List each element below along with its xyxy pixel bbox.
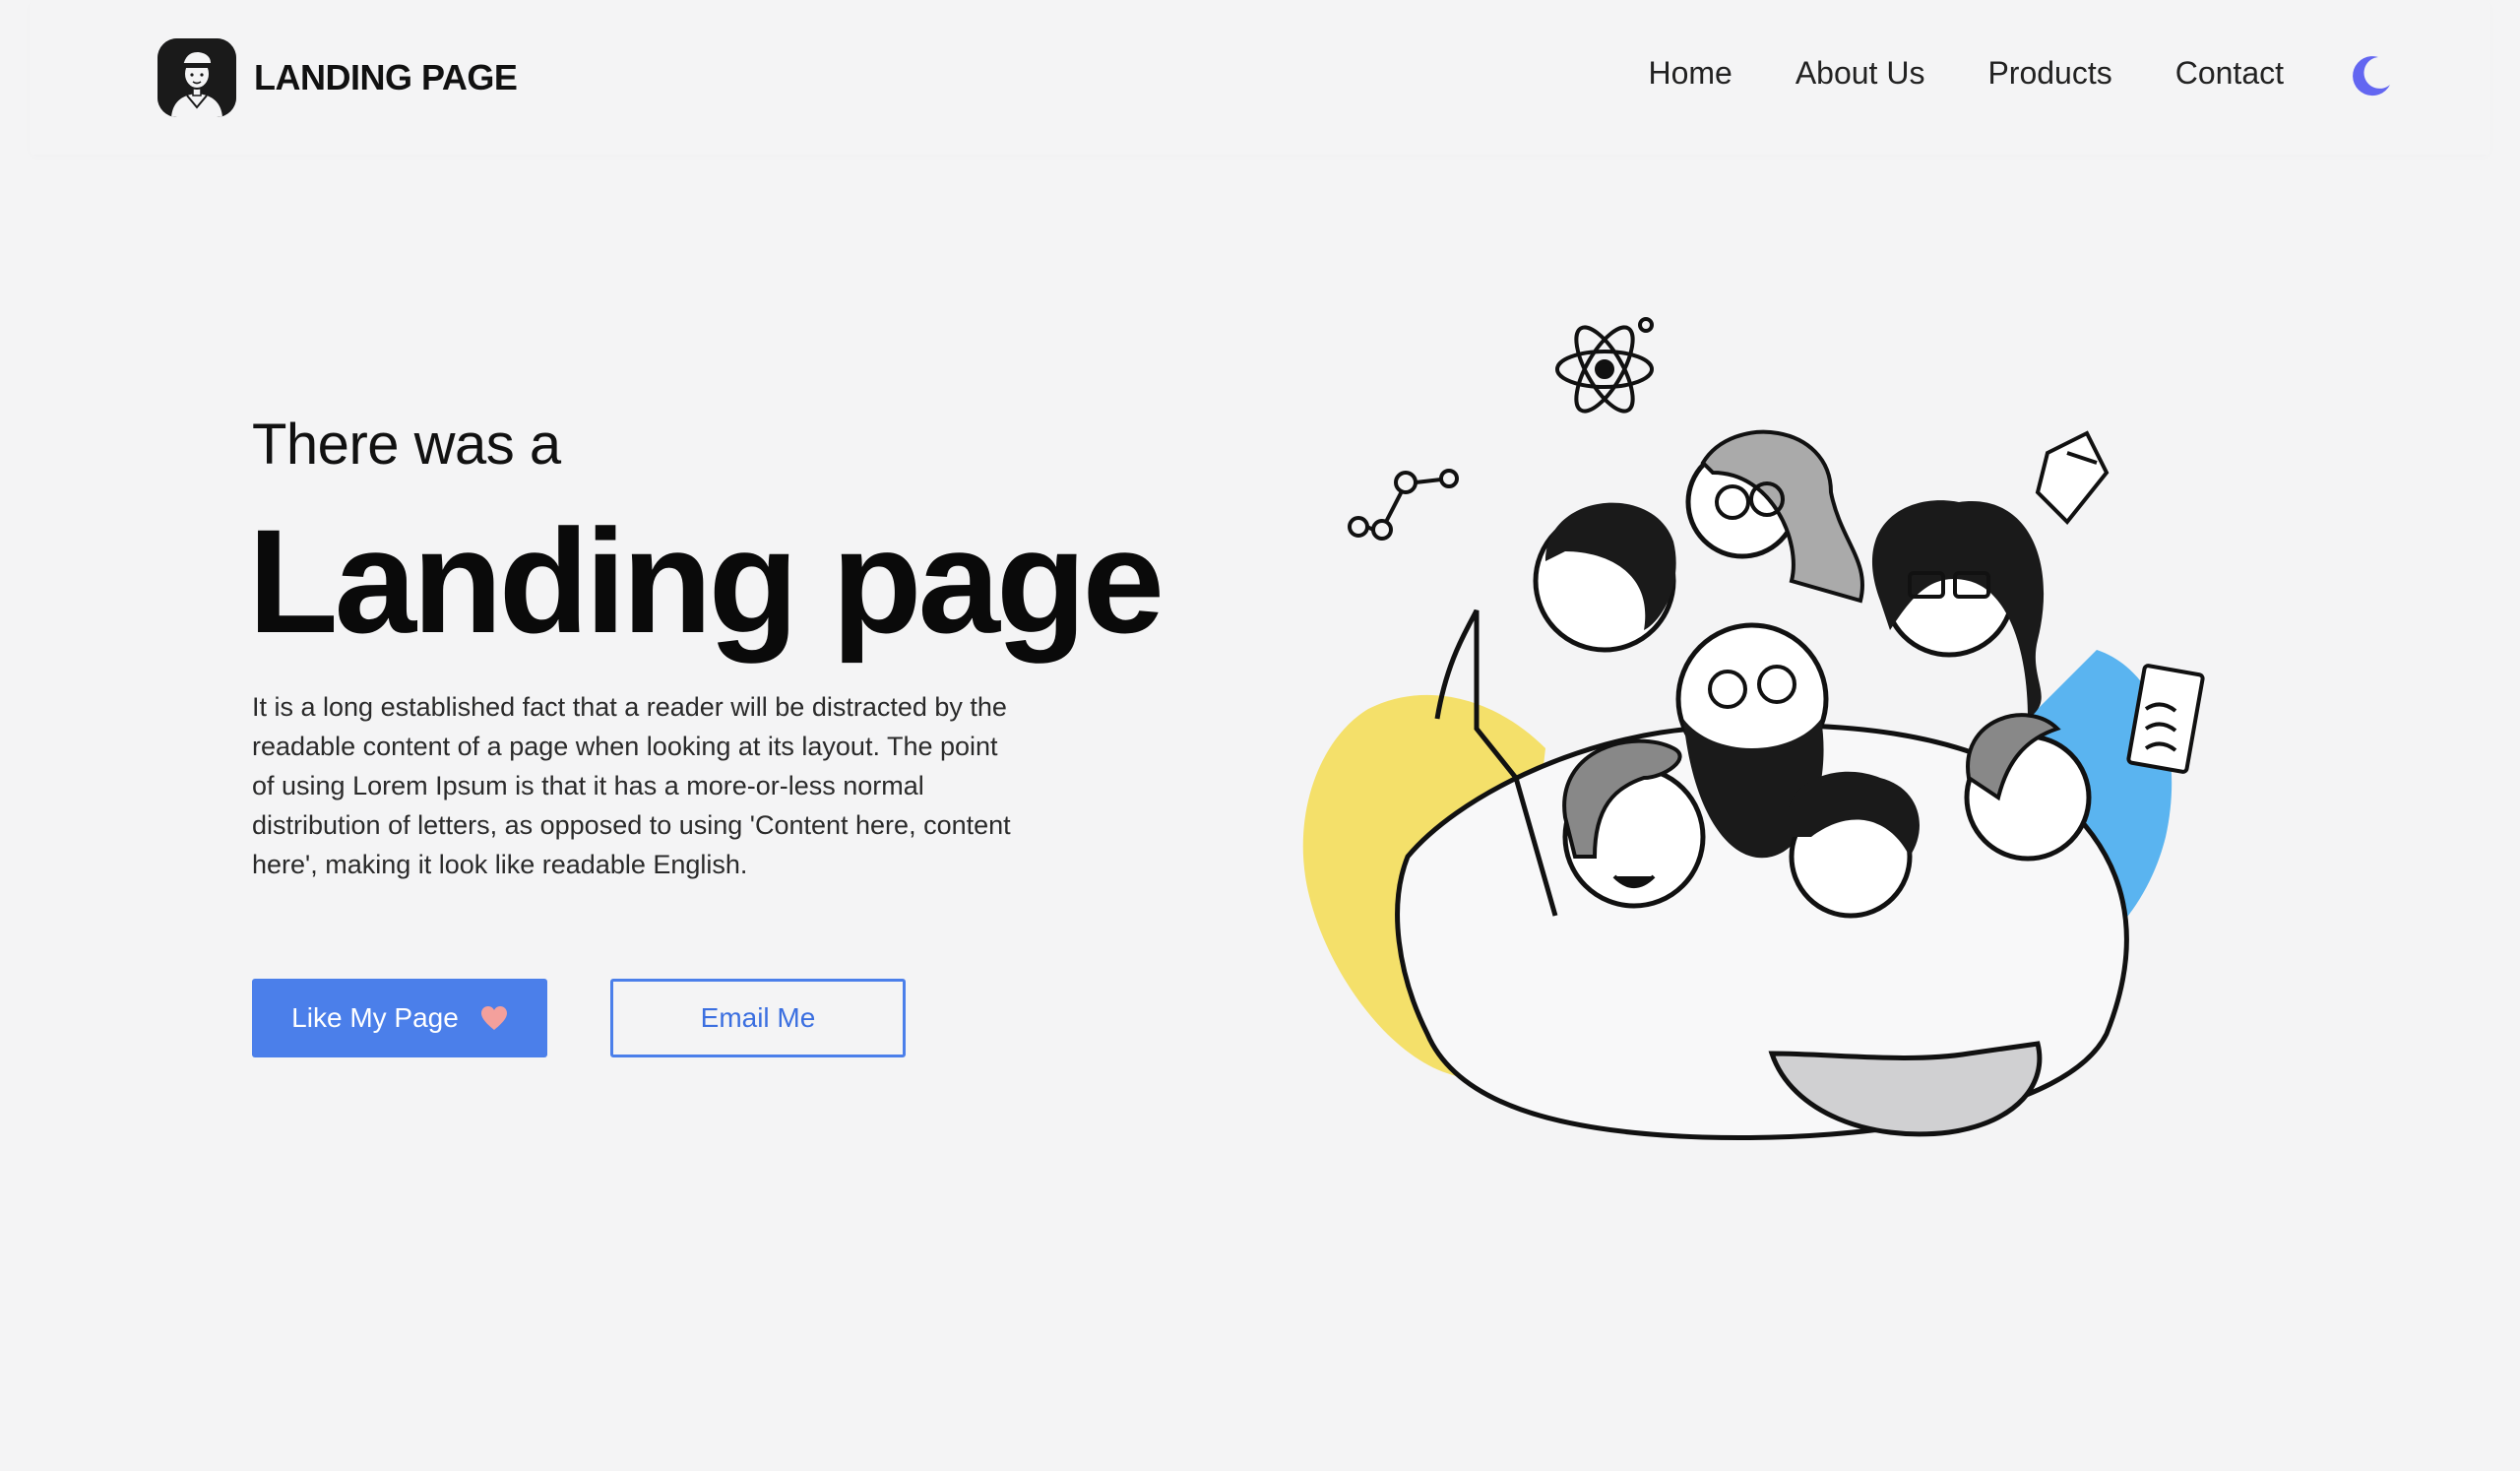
heart-icon	[480, 1006, 507, 1030]
hero-title: Landing page	[248, 498, 1165, 664]
nav-link-home[interactable]: Home	[1648, 55, 1732, 92]
atom-icon	[1555, 317, 1654, 414]
nav-link-contact[interactable]: Contact	[2175, 55, 2284, 92]
like-my-page-button[interactable]: Like My Page	[252, 979, 547, 1057]
group-of-people-illustration	[1280, 305, 2225, 1162]
brand[interactable]: LANDING PAGE	[158, 37, 518, 117]
like-button-label: Like My Page	[291, 1002, 459, 1033]
navbar: LANDING PAGE Home About Us Products Cont…	[30, 0, 2490, 155]
nav-link-about-us[interactable]: About Us	[1796, 55, 1925, 92]
brand-name: LANDING PAGE	[254, 56, 518, 97]
email-me-button[interactable]: Email Me	[610, 979, 906, 1057]
nav-link-products[interactable]: Products	[1987, 55, 2111, 92]
moon-icon[interactable]	[2349, 53, 2394, 98]
hero-description: It is a long established fact that a rea…	[252, 692, 1011, 879]
hero-pretitle: There was a	[252, 413, 561, 477]
avatar-logo-icon	[158, 37, 236, 117]
landing-page: LANDING PAGE Home About Us Products Cont…	[0, 0, 2520, 1471]
nav-menu: Home About Us Products Contact	[1648, 55, 2284, 92]
